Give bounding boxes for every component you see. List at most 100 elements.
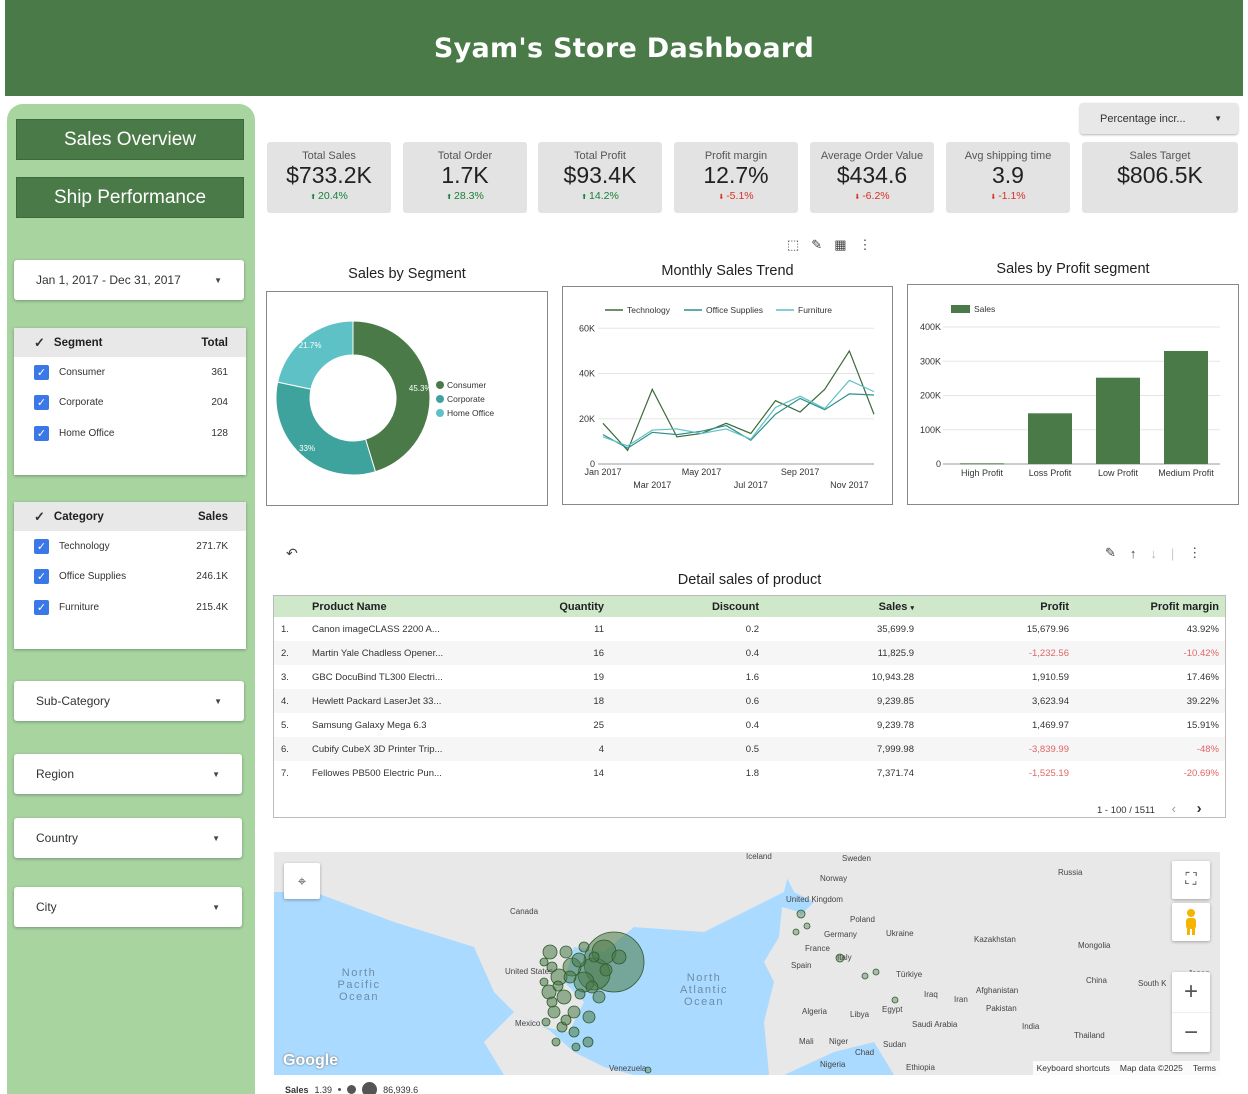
sales-bubble[interactable] xyxy=(568,1026,580,1038)
column-header-quantity[interactable]: Quantity xyxy=(512,596,612,617)
sales-bubble[interactable] xyxy=(592,990,606,1004)
zoom-in-button[interactable]: + xyxy=(1172,972,1210,1012)
sales-bubble[interactable] xyxy=(803,922,811,930)
keyboard-shortcuts-link[interactable]: Keyboard shortcuts xyxy=(1037,1063,1110,1073)
sales-bubble[interactable] xyxy=(547,1005,561,1019)
sales-bubble[interactable] xyxy=(563,970,577,984)
select-area-icon[interactable]: ⬚ xyxy=(787,237,799,253)
sales-bubble[interactable] xyxy=(539,957,549,967)
ship-performance-button[interactable]: Ship Performance xyxy=(16,177,244,218)
checkbox-checked-icon[interactable]: ✓ xyxy=(34,569,49,585)
terms-link[interactable]: Terms xyxy=(1193,1063,1216,1073)
category-filter[interactable]: ✓ Category Sales ✓ Technology 271.7K ✓ Offi… xyxy=(14,502,246,649)
legend-swatch xyxy=(436,409,444,417)
checkbox-checked-icon[interactable]: ✓ xyxy=(34,364,49,380)
table-row[interactable]: 3. GBC DocuBind TL300 Electri... 19 1.6 10,9… xyxy=(274,665,1225,689)
fullscreen-icon[interactable]: ⛶ xyxy=(1172,861,1210,899)
column-header-product-name[interactable]: Product Name xyxy=(312,596,512,617)
category-item-office-supplies[interactable]: ✓ Office Supplies 246.1K xyxy=(14,562,246,593)
pegman-icon[interactable] xyxy=(1172,903,1210,941)
sales-bubble[interactable] xyxy=(546,961,558,973)
column-header-discount[interactable]: Discount xyxy=(612,596,767,617)
sales-bubble[interactable] xyxy=(556,989,572,1005)
series-line[interactable] xyxy=(602,379,875,447)
checkbox-checked-icon[interactable]: ✓ xyxy=(34,425,49,441)
sales-map[interactable]: Iceland Sweden Russia Norway Canada United Ki… xyxy=(274,852,1220,1075)
checkbox-checked-icon[interactable]: ✓ xyxy=(34,538,49,554)
sales-bubble[interactable] xyxy=(574,988,586,1000)
table-row[interactable]: 4. Hewlett Packard LaserJet 33... 18 0.6 9,2… xyxy=(274,689,1225,713)
bar[interactable] xyxy=(960,463,1004,465)
sales-bubble[interactable] xyxy=(611,949,627,965)
segment-item-corporate[interactable]: ✓ Corporate 204 xyxy=(14,388,246,419)
check-icon[interactable]: ✓ xyxy=(34,335,45,351)
sales-bubble[interactable] xyxy=(559,945,573,959)
bar[interactable] xyxy=(1096,377,1140,464)
table-row[interactable]: 2. Martin Yale Chadless Opener... 16 0.4 11,… xyxy=(274,641,1225,665)
checkbox-checked-icon[interactable]: ✓ xyxy=(34,599,49,615)
donut-slice[interactable] xyxy=(277,320,354,390)
segment-filter[interactable]: ✓ Segment Total ✓ Consumer 361 ✓ Corporate … xyxy=(14,328,246,475)
sales-bubble[interactable] xyxy=(551,1037,561,1047)
country-dropdown[interactable]: Country ▼ xyxy=(14,818,242,858)
sales-bubble[interactable] xyxy=(542,944,558,960)
sales-bubble[interactable] xyxy=(835,953,845,963)
sales-bubble[interactable] xyxy=(539,977,549,987)
sales-bubble[interactable] xyxy=(891,996,899,1004)
undo-icon[interactable]: ↶ xyxy=(286,545,298,562)
sales-bubble[interactable] xyxy=(560,1014,572,1026)
sales-bubble[interactable] xyxy=(582,1010,596,1024)
sales-bubble[interactable] xyxy=(578,941,590,953)
sales-bubble[interactable] xyxy=(588,951,600,963)
location-pin-icon[interactable]: ⌖ xyxy=(284,863,320,899)
donut-slice[interactable] xyxy=(275,381,377,476)
category-item-furniture[interactable]: ✓ Furniture 215.4K xyxy=(14,592,246,623)
table-row[interactable]: 7. Fellowes PB500 Electric Pun... 14 1.8 7,3… xyxy=(274,761,1225,785)
add-chart-icon[interactable]: ▦ xyxy=(834,237,846,253)
more-vert-icon[interactable]: ⋮ xyxy=(859,237,872,253)
comparison-dropdown[interactable]: Percentage incr... ▼ xyxy=(1080,103,1238,134)
chevron-left-icon[interactable]: ‹ xyxy=(1172,801,1176,816)
sales-bubble[interactable] xyxy=(872,968,880,976)
sub-category-dropdown[interactable]: Sub-Category ▼ xyxy=(14,681,244,721)
column-header-sales[interactable]: Sales ▾ xyxy=(767,596,922,617)
sales-bubble[interactable] xyxy=(792,928,800,936)
table-row[interactable]: 1. Canon imageCLASS 2200 A... 11 0.2 35,699.… xyxy=(274,617,1225,641)
sales-bubble[interactable] xyxy=(546,996,558,1008)
check-icon[interactable]: ✓ xyxy=(34,509,45,525)
sales-bubble[interactable] xyxy=(571,1042,581,1052)
checkbox-checked-icon[interactable]: ✓ xyxy=(34,395,49,411)
table-row[interactable]: 5. Samsung Galaxy Mega 6.3 25 0.4 9,239.78 1,… xyxy=(274,713,1225,737)
bar[interactable] xyxy=(1028,413,1072,464)
bar[interactable] xyxy=(1164,350,1208,464)
city-dropdown[interactable]: City ▼ xyxy=(14,887,242,927)
sales-bubble[interactable] xyxy=(571,952,587,968)
table-row[interactable]: 6. Cubify CubeX 3D Printer Trip... 4 0.5 7,9… xyxy=(274,737,1225,761)
column-header-profit-margin[interactable]: Profit margin xyxy=(1077,596,1225,617)
segment-item-home-office[interactable]: ✓ Home Office 128 xyxy=(14,418,246,449)
arrow-up-icon[interactable]: ↑ xyxy=(1130,546,1137,561)
column-header-profit[interactable]: Profit xyxy=(922,596,1077,617)
edit-pencil-icon[interactable]: ✎ xyxy=(1105,545,1116,561)
sales-bubble[interactable] xyxy=(585,980,599,994)
sales-bubble[interactable] xyxy=(552,980,564,992)
sales-bubble[interactable] xyxy=(644,1066,652,1074)
sales-bubble[interactable] xyxy=(541,1017,551,1027)
category-item-technology[interactable]: ✓ Technology 271.7K xyxy=(14,531,246,562)
chevron-right-icon[interactable]: › xyxy=(1197,800,1202,817)
date-range-picker[interactable]: Jan 1, 2017 - Dec 31, 2017 ▼ xyxy=(14,260,244,300)
sales-overview-button[interactable]: Sales Overview xyxy=(16,119,244,160)
region-dropdown[interactable]: Region ▼ xyxy=(14,754,242,794)
sales-bubble[interactable] xyxy=(582,1036,594,1048)
sales-bubble[interactable] xyxy=(599,963,613,977)
segment-item-consumer[interactable]: ✓ Consumer 361 xyxy=(14,357,246,388)
zoom-out-button[interactable]: − xyxy=(1172,1012,1210,1052)
category-filter-header[interactable]: ✓ Category Sales xyxy=(14,502,246,531)
more-vert-icon[interactable]: ⋮ xyxy=(1188,545,1201,561)
sales-bubble[interactable] xyxy=(861,972,869,980)
sales-bubble[interactable] xyxy=(796,909,806,919)
segment-filter-header[interactable]: ✓ Segment Total xyxy=(14,328,246,357)
series-line[interactable] xyxy=(602,393,875,449)
arrow-down-icon[interactable]: ↓ xyxy=(1150,546,1157,561)
edit-pencil-icon[interactable]: ✎ xyxy=(811,237,822,253)
